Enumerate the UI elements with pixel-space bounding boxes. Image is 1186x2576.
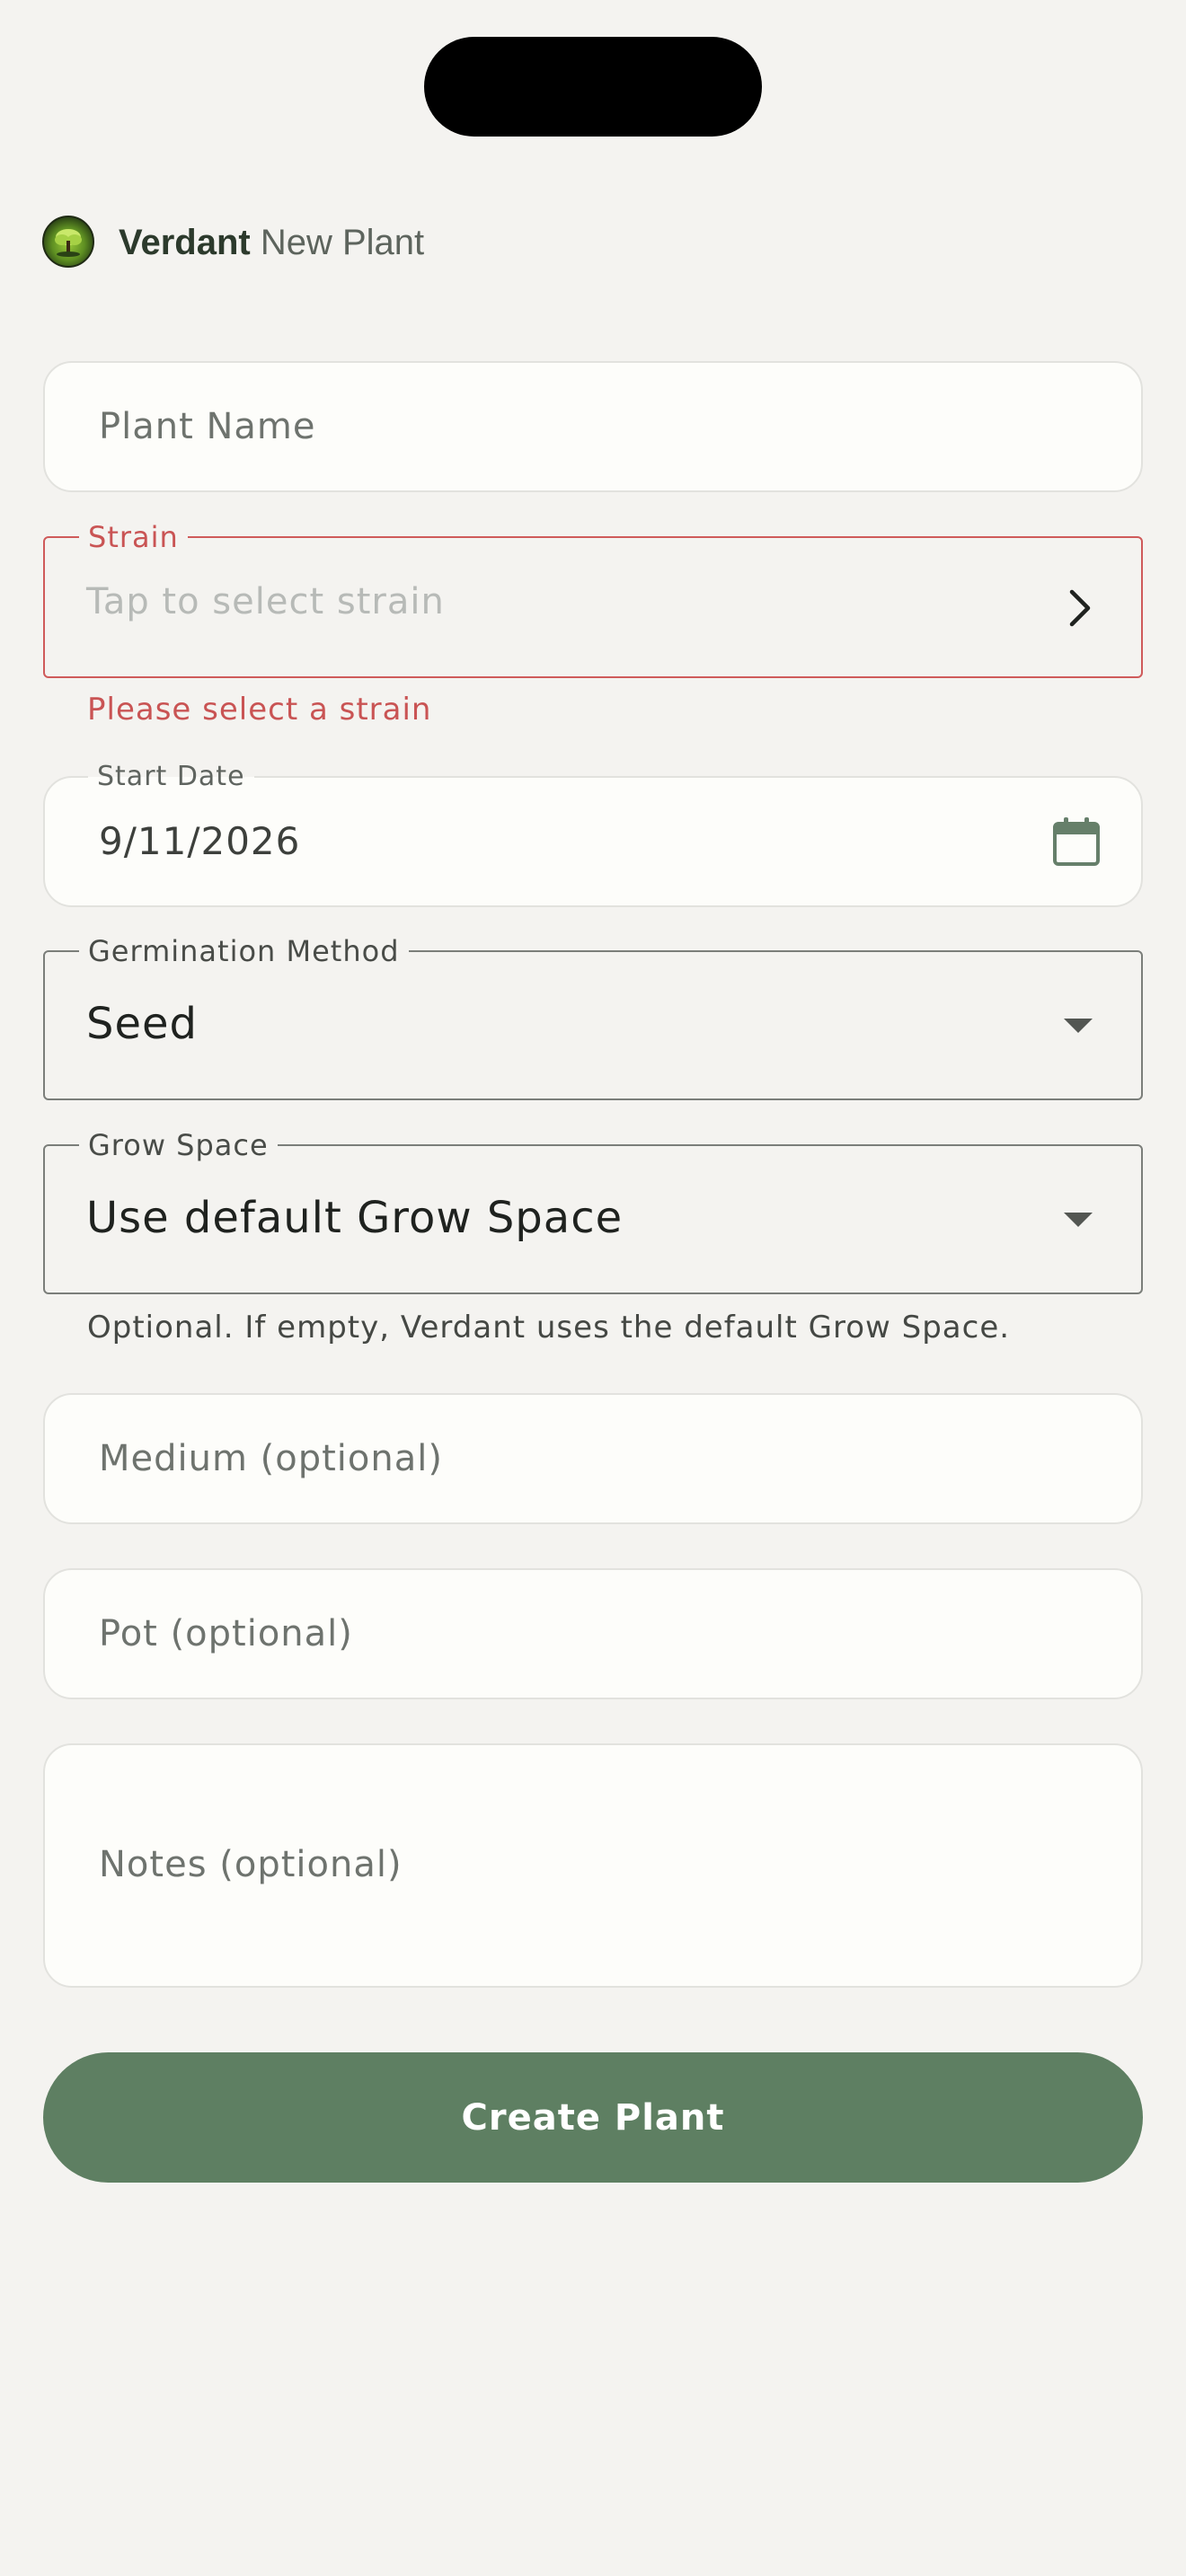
strain-label: Strain bbox=[79, 522, 188, 552]
grow-space-label: Grow Space bbox=[79, 1130, 278, 1160]
medium-placeholder: Medium (optional) bbox=[99, 1438, 443, 1479]
germination-method-label: Germination Method bbox=[79, 936, 409, 966]
plant-name-field[interactable]: Plant Name bbox=[43, 361, 1143, 492]
page-subtitle: New Plant bbox=[260, 223, 425, 262]
grow-space-select[interactable]: Grow Space Use default Grow Space bbox=[43, 1130, 1143, 1294]
strain-placeholder: Tap to select strain bbox=[86, 581, 445, 622]
medium-field[interactable]: Medium (optional) bbox=[43, 1393, 1143, 1524]
brand-name: Verdant bbox=[119, 223, 251, 262]
notes-placeholder: Notes (optional) bbox=[99, 1844, 403, 1885]
start-date-field[interactable]: Start Date 9/11/2026 bbox=[43, 762, 1143, 907]
chevron-right-icon bbox=[1069, 589, 1091, 627]
strain-error-message: Please select a strain bbox=[87, 692, 432, 728]
caret-down-icon bbox=[1064, 1019, 1093, 1033]
dynamic-island bbox=[424, 37, 762, 137]
calendar-icon[interactable] bbox=[1051, 816, 1102, 868]
grow-space-value: Use default Grow Space bbox=[86, 1193, 624, 1243]
verdant-logo-icon bbox=[42, 216, 94, 268]
strain-selector[interactable]: Strain Tap to select strain bbox=[43, 522, 1143, 678]
page-title: Verdant New Plant bbox=[119, 217, 424, 268]
create-plant-button[interactable]: Create Plant bbox=[43, 2052, 1143, 2183]
plant-name-placeholder: Plant Name bbox=[99, 406, 316, 447]
germination-method-value: Seed bbox=[86, 999, 198, 1049]
caret-down-icon bbox=[1064, 1213, 1093, 1227]
start-date-value: 9/11/2026 bbox=[99, 819, 301, 863]
grow-space-helper: Optional. If empty, Verdant uses the def… bbox=[87, 1310, 1011, 1345]
start-date-label: Start Date bbox=[88, 762, 254, 792]
notes-field[interactable]: Notes (optional) bbox=[43, 1743, 1143, 1988]
pot-placeholder: Pot (optional) bbox=[99, 1613, 353, 1654]
germination-method-select[interactable]: Germination Method Seed bbox=[43, 936, 1143, 1100]
pot-field[interactable]: Pot (optional) bbox=[43, 1568, 1143, 1699]
